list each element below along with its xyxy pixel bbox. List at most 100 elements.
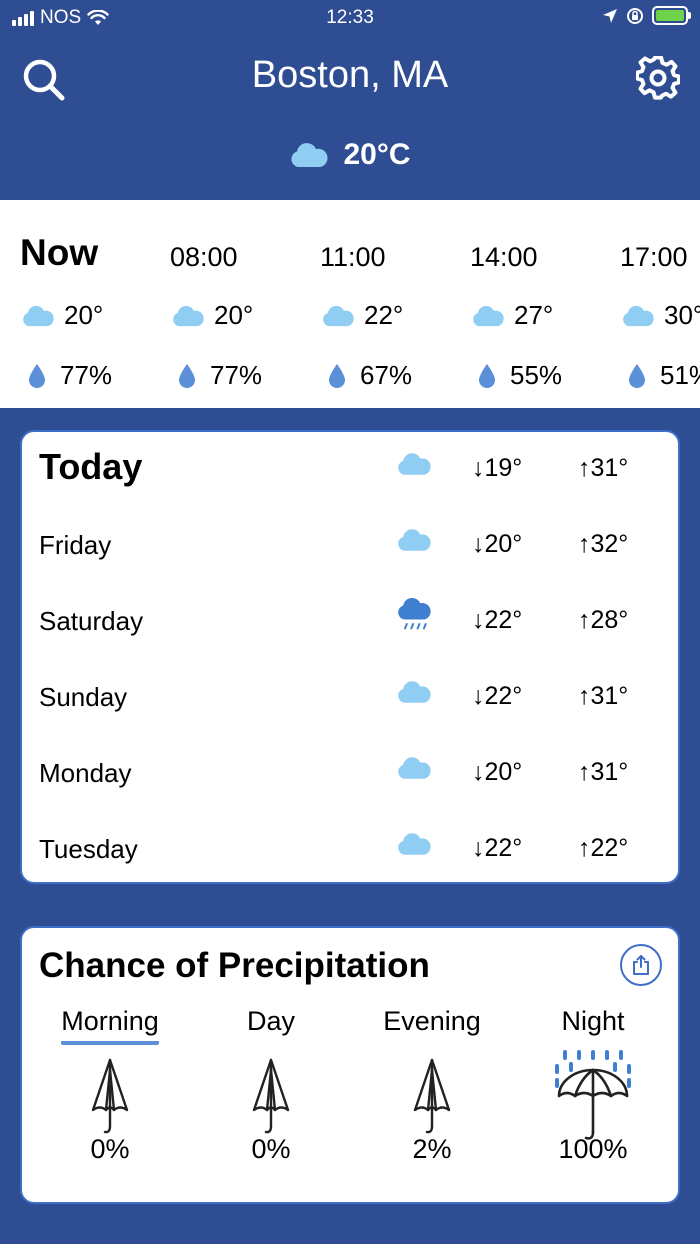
hour-time: 14:00 (470, 242, 538, 272)
day-name: Sunday (39, 682, 128, 712)
hour-time: 11:00 (320, 242, 386, 272)
water-drop-icon (479, 363, 495, 388)
precipitation-title: Chance of Precipitation (39, 946, 430, 985)
daily-row[interactable]: Saturday ↓22° ↑28° (22, 584, 682, 660)
current-temperature: 20°C (343, 138, 411, 171)
hour-humidity-row: 67% (320, 360, 412, 391)
hourly-forecast[interactable]: Now 20° 77% 08:00 20° 77% 11:00 22° 67% (0, 200, 700, 408)
daily-row[interactable]: Today ↓19° ↑31° (22, 432, 682, 508)
daily-row[interactable]: Friday ↓20° ↑32° (22, 508, 682, 584)
precip-period-label[interactable]: Evening (383, 1006, 481, 1041)
cloud-icon (398, 681, 431, 703)
hour-humidity: 51% (660, 360, 700, 390)
cloud-icon (623, 305, 654, 326)
day-low-temp: ↓22° (472, 606, 523, 634)
status-bar: NOS 12:33 (0, 0, 700, 38)
hour-humidity: 55% (510, 360, 563, 390)
city-title[interactable]: Boston, MA (0, 54, 700, 97)
day-high-temp: ↑28° (578, 606, 629, 634)
precipitation-card: Chance of Precipitation Morning 0% Day 0… (20, 926, 680, 1204)
hour-temperature: 27° (514, 300, 554, 330)
orientation-lock-icon (627, 7, 643, 24)
daily-forecast-card: Today ↓19° ↑31° Friday ↓20° ↑32° Saturda… (20, 430, 680, 884)
precip-period-label[interactable]: Day (247, 1006, 295, 1041)
water-drop-icon (629, 363, 645, 388)
closed-umbrella-icon (413, 1058, 451, 1134)
precip-period[interactable]: Evening 2% (352, 1006, 512, 1196)
closed-umbrella-icon (252, 1058, 290, 1134)
day-high-temp: ↑31° (578, 454, 629, 482)
precip-icon-wrap (352, 1058, 512, 1138)
precip-period[interactable]: Day 0% (191, 1006, 351, 1196)
precip-period[interactable]: Night 100% (513, 1006, 673, 1196)
share-button[interactable] (620, 944, 662, 986)
precip-value: 0% (251, 1134, 291, 1164)
hour-time: 17:00 (620, 242, 688, 272)
cloud-icon (23, 305, 54, 326)
header: Boston, MA 20°C (0, 38, 700, 200)
cloud-icon (473, 305, 504, 326)
hour-temperature: 20° (214, 300, 254, 330)
day-name: Friday (39, 530, 112, 560)
cloud-icon (398, 833, 431, 855)
cloud-icon (291, 143, 329, 167)
day-high-temp: ↑31° (578, 758, 629, 786)
hourly-item: 08:00 20° 77% (170, 200, 320, 408)
battery-icon (652, 6, 691, 25)
cloud-icon (323, 305, 354, 326)
location-arrow-icon (603, 8, 617, 23)
cloud-icon (173, 305, 204, 326)
hour-humidity-row: 77% (170, 360, 262, 391)
closed-umbrella-icon (91, 1058, 129, 1134)
current-conditions: 20°C (0, 138, 700, 172)
hour-temp-row: 27° (470, 300, 553, 331)
precip-value: 0% (90, 1134, 130, 1164)
hour-humidity-row: 77% (20, 360, 112, 391)
precip-period-label[interactable]: Morning (61, 1006, 159, 1045)
day-low-temp: ↓20° (472, 530, 523, 558)
hour-temperature: 20° (64, 300, 104, 330)
hourly-item: 14:00 27° 55% (470, 200, 620, 408)
hour-temp-row: 20° (170, 300, 253, 331)
settings-button[interactable] (635, 55, 681, 100)
precip-icon-wrap (30, 1058, 190, 1138)
daily-row[interactable]: Sunday ↓22° ↑31° (22, 660, 682, 736)
hour-humidity: 67% (360, 360, 413, 390)
hour-temp-row: 20° (20, 300, 103, 331)
precip-value: 2% (412, 1134, 452, 1164)
hourly-item: Now 20° 77% (20, 200, 170, 408)
rain-cloud-icon (398, 598, 431, 630)
day-name: Tuesday (39, 834, 138, 864)
precip-icon-wrap (191, 1058, 351, 1138)
hour-temperature: 30° (664, 300, 700, 330)
hour-humidity-row: 55% (470, 360, 562, 391)
cloud-icon (398, 757, 431, 779)
hour-temperature: 22° (364, 300, 404, 330)
hour-time: 08:00 (170, 242, 238, 272)
hour-humidity: 77% (60, 360, 113, 390)
precip-period[interactable]: Morning 0% (30, 1006, 190, 1196)
day-low-temp: ↓20° (472, 758, 523, 786)
precip-icon-wrap (513, 1050, 673, 1144)
water-drop-icon (179, 363, 195, 388)
day-name: Monday (39, 758, 132, 788)
day-low-temp: ↓22° (472, 682, 523, 710)
water-drop-icon (29, 363, 45, 388)
share-icon (633, 955, 649, 975)
cloud-icon (398, 453, 431, 475)
day-high-temp: ↑22° (578, 834, 629, 862)
daily-row[interactable]: Monday ↓20° ↑31° (22, 736, 682, 812)
hour-time: Now (20, 232, 99, 273)
umbrella-rain-icon (555, 1050, 631, 1140)
water-drop-icon (329, 363, 345, 388)
precip-value: 100% (558, 1134, 628, 1164)
gear-icon (635, 55, 681, 100)
hour-temp-row: 30° (620, 300, 700, 331)
cloud-icon (398, 529, 431, 551)
precip-period-label[interactable]: Night (561, 1006, 624, 1041)
day-name: Today (39, 446, 143, 487)
hourly-item: 17:00 30° 51% (620, 200, 700, 408)
hour-temp-row: 22° (320, 300, 403, 331)
day-low-temp: ↓22° (472, 834, 523, 862)
daily-row[interactable]: Tuesday ↓22° ↑22° (22, 812, 682, 888)
